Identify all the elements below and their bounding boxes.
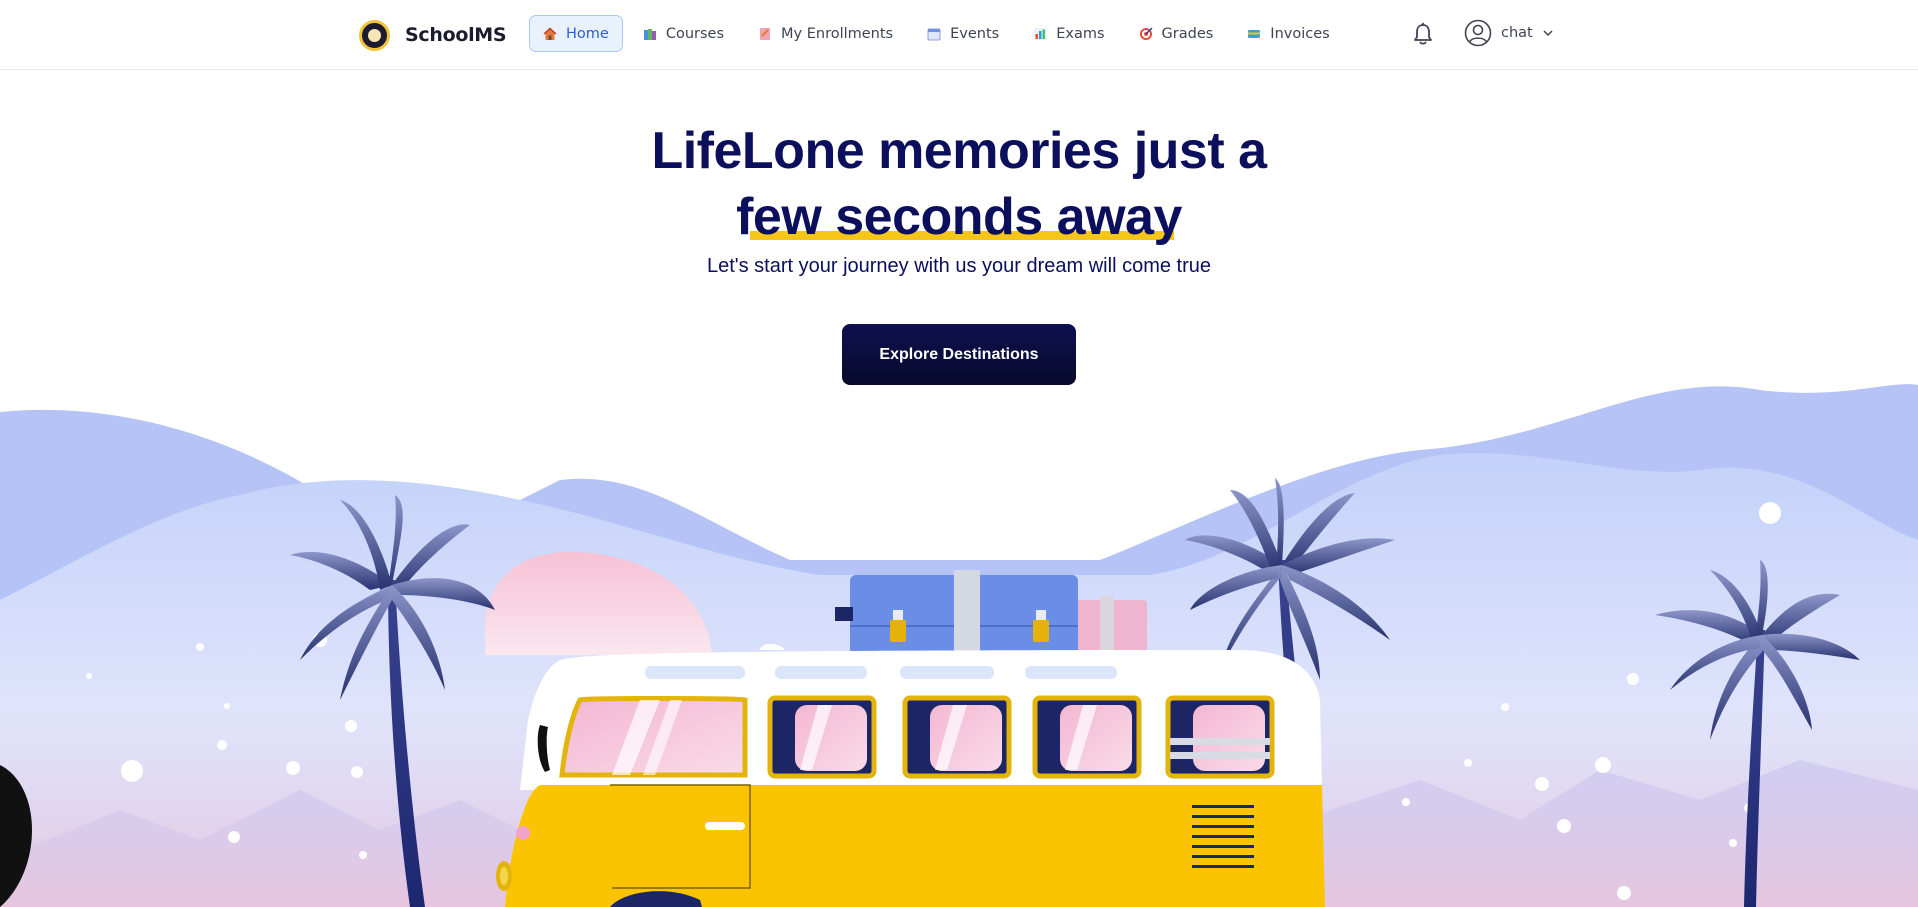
main-nav: Home Courses My Enrollments Events Exams…	[529, 15, 1350, 52]
nav-label-courses: Courses	[665, 25, 725, 42]
target-icon	[1139, 27, 1153, 40]
brand-name: SchoolMS	[405, 24, 507, 46]
nav-item-invoices[interactable]: Invoices	[1233, 15, 1343, 52]
card-icon	[1248, 29, 1261, 38]
hero-title-line-2: few seconds away	[736, 184, 1182, 250]
calendar-icon	[927, 28, 941, 40]
chevron-down-icon	[1543, 30, 1553, 37]
hero-subtitle: Let's start your journey with us your dr…	[706, 255, 1211, 277]
nav-item-grades[interactable]: Grades	[1125, 15, 1228, 52]
nav-item-events[interactable]: Events	[913, 15, 1013, 52]
nav-label-invoices: Invoices	[1270, 25, 1330, 42]
user-name: chat	[1501, 25, 1533, 41]
school-logo-icon	[359, 19, 390, 51]
nav-label-exams: Exams	[1056, 25, 1105, 42]
user-avatar-icon	[1464, 19, 1492, 47]
hero-illustration	[0, 384, 1918, 907]
notebook-icon	[760, 27, 771, 40]
hero-title: LifeLone memories just a few seconds awa…	[0, 118, 1918, 250]
top-navbar: SchoolMS Home Courses My Enrollments Eve…	[0, 0, 1918, 70]
nav-label-grades: Grades	[1161, 25, 1214, 42]
nav-label-events: Events	[950, 25, 1000, 42]
nav-item-home[interactable]: Home	[529, 15, 623, 52]
nav-item-my-enrollments[interactable]: My Enrollments	[744, 15, 907, 52]
house-icon	[543, 26, 557, 40]
brand[interactable]: SchoolMS	[359, 17, 507, 53]
nav-item-exams[interactable]: Exams	[1019, 15, 1118, 52]
nav-item-courses[interactable]: Courses	[629, 15, 738, 52]
chart-icon	[1034, 27, 1047, 40]
nav-label-my-enrollments: My Enrollments	[781, 25, 894, 42]
hero-title-line-1: LifeLone memories just a	[651, 122, 1267, 180]
bell-icon[interactable]	[1412, 22, 1434, 46]
nav-label-home: Home	[566, 25, 609, 42]
user-menu[interactable]: chat	[1464, 19, 1554, 47]
books-icon	[643, 28, 656, 40]
